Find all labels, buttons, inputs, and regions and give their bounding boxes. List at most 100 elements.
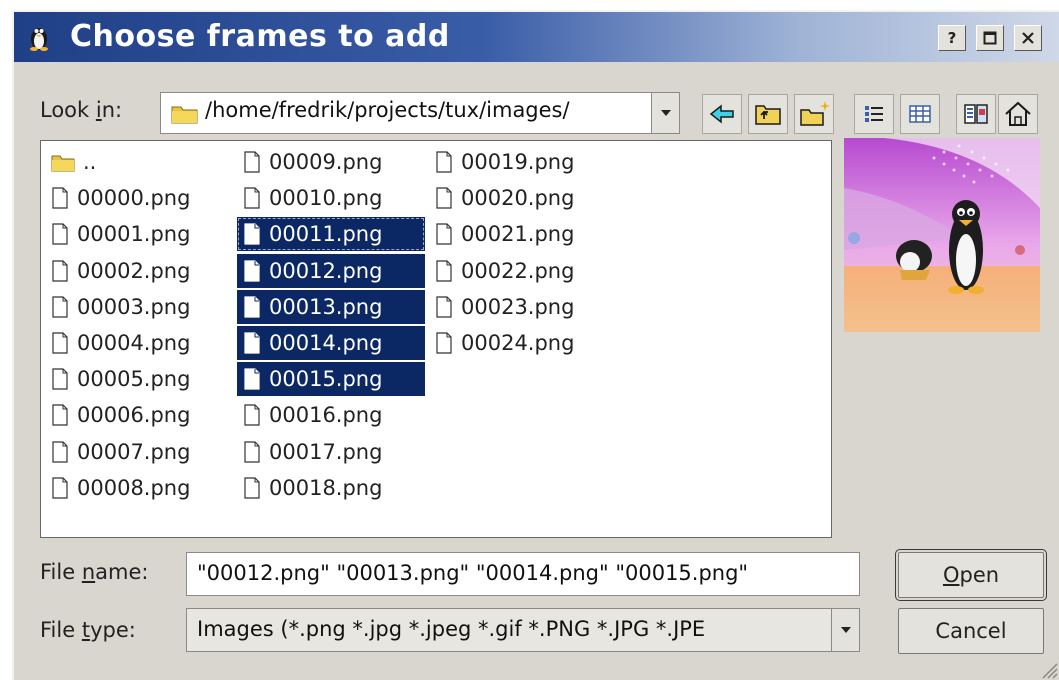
file-item[interactable]: 00005.png	[45, 362, 221, 396]
file-name: 00000.png	[77, 186, 191, 211]
file-icon	[244, 440, 260, 463]
file-icon	[244, 332, 260, 354]
file-name: 00003.png	[77, 294, 191, 319]
list-view-icon	[865, 106, 883, 122]
new-folder-button[interactable]	[794, 94, 834, 134]
folder-icon	[171, 106, 198, 124]
file-item[interactable]: 00018.png	[237, 471, 425, 505]
file-icon	[52, 477, 68, 499]
file-icon	[52, 223, 68, 245]
parent-folder-item[interactable]: ..	[45, 145, 221, 179]
file-name-value: "00012.png" "00013.png" "00014.png" "000…	[197, 561, 749, 585]
tux-penguin-icon	[30, 28, 48, 51]
help-button[interactable]: ?	[938, 25, 966, 51]
home-icon	[1005, 101, 1031, 126]
file-type-label: File type:	[40, 618, 136, 642]
file-dialog: Choose frames to add ? Look in: /home/fr…	[12, 10, 1059, 680]
file-item[interactable]: 00023.png	[429, 290, 605, 324]
file-item[interactable]: 00004.png	[45, 326, 221, 360]
file-item[interactable]: 00011.png	[237, 217, 425, 252]
file-name: 00010.png	[269, 186, 383, 211]
parent-directory-icon	[755, 105, 781, 125]
chevron-down-icon	[841, 627, 851, 633]
file-type-select[interactable]: Images (*.png *.jpg *.jpeg *.gif *.PNG *…	[186, 608, 860, 652]
file-name: 00008.png	[77, 475, 191, 500]
file-name-label: File name:	[40, 560, 149, 584]
detail-view-button[interactable]	[900, 94, 940, 134]
file-icon	[52, 259, 68, 282]
chevron-down-icon	[661, 110, 671, 116]
preview-button[interactable]	[956, 94, 996, 134]
new-folder-icon	[800, 101, 830, 126]
file-name: 00009.png	[269, 150, 383, 174]
file-icon	[52, 440, 68, 463]
file-item[interactable]: 00022.png	[429, 254, 605, 288]
file-name: 00005.png	[77, 367, 191, 392]
file-icon	[436, 187, 452, 209]
file-name: 00011.png	[269, 222, 383, 247]
window-title: Choose frames to add	[70, 19, 450, 54]
home-button[interactable]	[998, 94, 1038, 134]
preview-icon	[964, 104, 988, 124]
file-item[interactable]: 00003.png	[45, 290, 221, 324]
list-view-button[interactable]	[854, 94, 894, 134]
file-icon	[244, 404, 260, 426]
file-icon	[52, 296, 68, 318]
file-name: 00023.png	[461, 294, 575, 319]
file-item[interactable]: 00000.png	[45, 181, 221, 215]
file-item[interactable]: 00024.png	[429, 326, 605, 360]
close-button[interactable]	[1014, 25, 1042, 51]
look-in-path: /home/fredrik/projects/tux/images/	[205, 98, 570, 122]
tux-preview-image	[844, 138, 1040, 332]
parent-directory-button[interactable]	[748, 94, 788, 134]
close-icon	[1022, 32, 1034, 44]
file-name: 00018.png	[269, 475, 383, 500]
file-item[interactable]: 00017.png	[237, 435, 425, 469]
file-item[interactable]: 00002.png	[45, 254, 221, 288]
file-item[interactable]: 00012.png	[237, 253, 425, 288]
back-icon	[709, 104, 734, 124]
cancel-button[interactable]: Cancel	[898, 608, 1044, 654]
file-item[interactable]: 00001.png	[45, 217, 221, 251]
file-icon	[244, 151, 260, 173]
file-item[interactable]: 00008.png	[45, 471, 221, 505]
file-item[interactable]: 00021.png	[429, 217, 605, 251]
file-name: 00021.png	[461, 222, 575, 247]
file-name-input[interactable]: "00012.png" "00013.png" "00014.png" "000…	[186, 552, 860, 596]
file-item[interactable]: 00013.png	[237, 289, 425, 324]
maximize-button[interactable]	[976, 25, 1004, 51]
file-icon	[244, 368, 260, 390]
file-item[interactable]: 00014.png	[237, 326, 425, 360]
file-icon	[436, 296, 452, 318]
title-bar[interactable]: Choose frames to add ?	[14, 12, 1059, 62]
file-type-dropdown[interactable]	[831, 609, 859, 651]
file-item[interactable]: 00009.png	[237, 145, 425, 179]
file-item[interactable]: 00010.png	[237, 181, 425, 215]
file-type-value: Images (*.png *.jpg *.jpeg *.gif *.PNG *…	[197, 617, 706, 641]
open-button[interactable]: Open	[895, 549, 1047, 601]
file-item[interactable]: 00007.png	[45, 435, 221, 469]
file-icon	[52, 404, 68, 426]
file-name: 00006.png	[77, 403, 191, 428]
file-item[interactable]: 00016.png	[237, 398, 425, 432]
file-list[interactable]: .. 00000.png 00001.png 00002.png 00003.png 00…	[40, 140, 832, 538]
file-icon	[244, 477, 260, 499]
file-name: 00024.png	[461, 331, 575, 355]
look-in-label: Look in:	[40, 98, 123, 122]
file-item[interactable]: 00006.png	[45, 398, 221, 432]
look-in-combo[interactable]: /home/fredrik/projects/tux/images/	[160, 92, 680, 134]
file-name: 00013.png	[269, 294, 383, 319]
file-item[interactable]: 00020.png	[429, 181, 605, 215]
file-icon	[244, 259, 260, 282]
file-item[interactable]: 00019.png	[429, 145, 605, 179]
file-icon	[244, 187, 260, 209]
file-icon	[436, 223, 452, 245]
file-item[interactable]: 00015.png	[237, 362, 425, 397]
detail-view-icon	[909, 105, 931, 123]
look-in-dropdown[interactable]	[651, 93, 679, 133]
resize-grip-icon[interactable]	[1037, 658, 1059, 680]
back-button[interactable]	[702, 94, 742, 134]
file-name: 00019.png	[461, 150, 575, 174]
file-name: 00022.png	[461, 258, 575, 283]
file-name: 00015.png	[269, 367, 383, 392]
